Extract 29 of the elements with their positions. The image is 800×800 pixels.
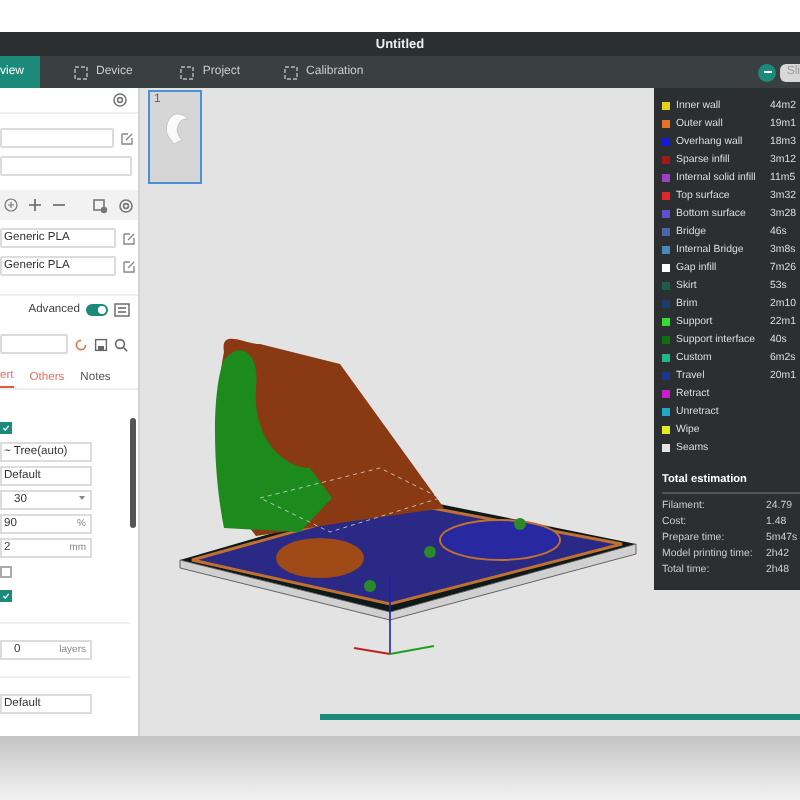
search-icon[interactable] [114, 337, 128, 351]
tab-icon [74, 65, 89, 79]
model-preview-icon [162, 112, 190, 148]
tab-icon [180, 65, 195, 79]
settings-icon[interactable] [118, 197, 134, 213]
tab-icon [284, 65, 299, 79]
list-icon[interactable] [114, 302, 130, 318]
checkbox[interactable] [0, 590, 12, 602]
reset-icon[interactable] [74, 337, 88, 351]
edit-icon[interactable] [120, 131, 134, 145]
minus-icon [761, 66, 774, 78]
settings-icon[interactable] [112, 92, 128, 108]
checkbox[interactable] [0, 566, 12, 578]
edit-icon[interactable] [122, 259, 136, 273]
save-icon[interactable] [94, 337, 108, 351]
layer-slider[interactable] [320, 714, 800, 720]
add-circle-icon[interactable] [4, 198, 18, 212]
minus-icon[interactable] [52, 198, 66, 212]
edit-icon[interactable] [122, 231, 136, 245]
input-field[interactable] [0, 128, 114, 148]
search-field[interactable] [0, 334, 68, 354]
dropdown-arrow-icon [78, 494, 86, 502]
axes-icon [353, 577, 435, 655]
plus-icon[interactable] [28, 198, 42, 212]
scrollbar-thumb[interactable] [130, 418, 136, 528]
collapse-button[interactable] [758, 63, 777, 81]
checkbox[interactable] [0, 422, 12, 434]
mode-toggle[interactable] [86, 304, 108, 316]
input-field[interactable] [0, 156, 132, 176]
